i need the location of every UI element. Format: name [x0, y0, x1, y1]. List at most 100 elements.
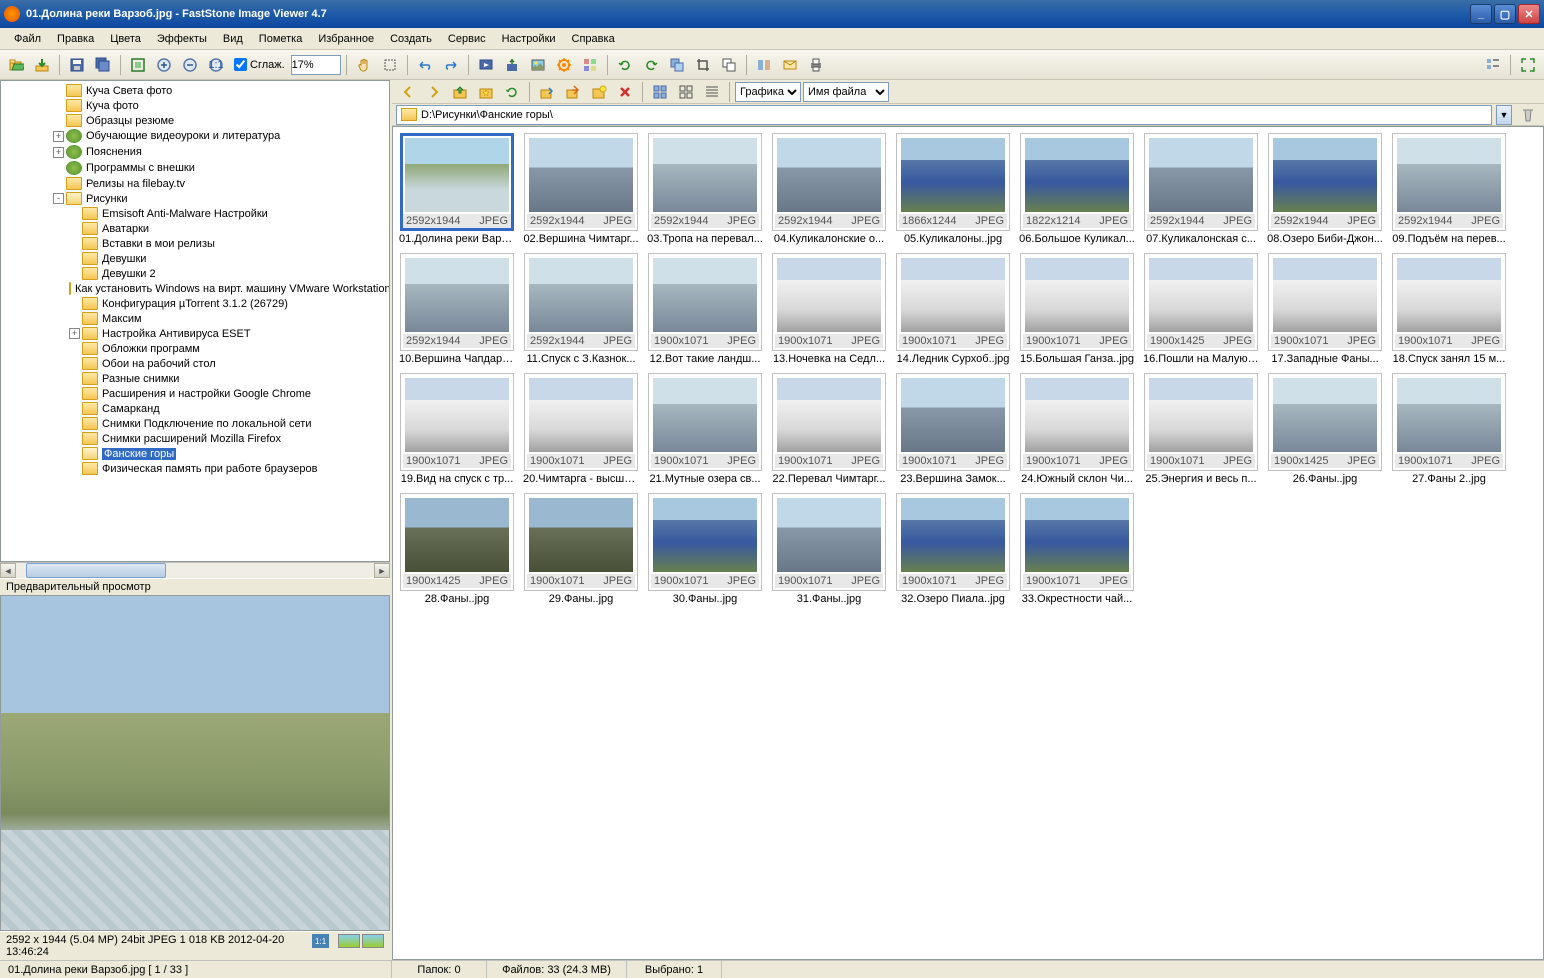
thumbnail[interactable]: 1900x1071JPEG21.Мутные озера св...: [647, 373, 763, 485]
tree-item[interactable]: Аватарки: [3, 221, 387, 236]
tree-item[interactable]: Конфигурация µTorrent 3.1.2 (26729): [3, 296, 387, 311]
thumbnail-area[interactable]: 2592x1944JPEG01.Долина реки Варз...2592x…: [392, 126, 1544, 960]
tree-expander-icon[interactable]: +: [53, 131, 64, 142]
tree-item[interactable]: Как установить Windows на вирт. машину V…: [3, 281, 387, 296]
thumbnail[interactable]: 1900x1071JPEG18.Спуск занял 15 м...: [1391, 253, 1507, 365]
tree-item[interactable]: Самарканд: [3, 401, 387, 416]
email-icon[interactable]: [778, 53, 802, 77]
scale-indicator[interactable]: 1:1: [312, 934, 329, 948]
tree-item[interactable]: +Настройка Антивируса ESET: [3, 326, 387, 341]
hand-tool-icon[interactable]: [352, 53, 376, 77]
menu-вид[interactable]: Вид: [215, 31, 251, 47]
compare-icon[interactable]: [752, 53, 776, 77]
thumbnail[interactable]: 1900x1071JPEG19.Вид на спуск с тр...: [399, 373, 515, 485]
thumbnail[interactable]: 1900x1071JPEG30.Фаны..jpg: [647, 493, 763, 605]
menu-правка[interactable]: Правка: [49, 31, 102, 47]
thumbnail[interactable]: 1900x1425JPEG16.Пошли на Малую ...: [1143, 253, 1259, 365]
rotate-right-icon[interactable]: [639, 53, 663, 77]
thumbnail[interactable]: 2592x1944JPEG08.Озеро Биби-Джон...: [1267, 133, 1383, 245]
fit-window-icon[interactable]: [126, 53, 150, 77]
close-button[interactable]: ✕: [1518, 4, 1540, 24]
thumbnail[interactable]: 2592x1944JPEG03.Тропа на перевал...: [647, 133, 763, 245]
view-thumbs-icon[interactable]: [674, 80, 698, 104]
tree-item[interactable]: Образцы резюме: [3, 113, 387, 128]
tree-item[interactable]: Снимки Подключение по локальной сети: [3, 416, 387, 431]
copy-to-icon[interactable]: [535, 80, 559, 104]
tree-item[interactable]: Emsisoft Anti-Malware Настройки: [3, 206, 387, 221]
thumbnail[interactable]: 1900x1071JPEG29.Фаны..jpg: [523, 493, 639, 605]
filter-select[interactable]: Графика: [735, 82, 801, 102]
tree-expander-icon[interactable]: +: [53, 147, 64, 158]
new-folder-icon[interactable]: [587, 80, 611, 104]
thumbnail[interactable]: 1900x1425JPEG26.Фаны..jpg: [1267, 373, 1383, 485]
zoom-select[interactable]: [291, 55, 341, 75]
preview-panel[interactable]: [0, 595, 390, 931]
tree-item[interactable]: Девушки 2: [3, 266, 387, 281]
tree-item[interactable]: +Обучающие видеоуроки и литература: [3, 128, 387, 144]
slideshow-icon[interactable]: [474, 53, 498, 77]
folder-tree[interactable]: Куча Света фотоКуча фотоОбразцы резюме+О…: [0, 80, 390, 562]
download-icon[interactable]: [30, 53, 54, 77]
thumbnail[interactable]: 1900x1071JPEG20.Чимтарга - высша...: [523, 373, 639, 485]
preview-histogram[interactable]: [338, 934, 384, 958]
thumbnail[interactable]: 2592x1944JPEG02.Вершина Чимтарг...: [523, 133, 639, 245]
tree-item[interactable]: Релизы на filebay.tv: [3, 176, 387, 191]
tree-item[interactable]: Девушки: [3, 251, 387, 266]
batch-icon[interactable]: [578, 53, 602, 77]
menu-сервис[interactable]: Сервис: [440, 31, 494, 47]
tree-item[interactable]: Снимки расширений Mozilla Firefox: [3, 431, 387, 446]
thumbnail[interactable]: 1900x1071JPEG12.Вот такие ландш...: [647, 253, 763, 365]
nav-up-icon[interactable]: [448, 80, 472, 104]
view-mode-icon[interactable]: [1481, 53, 1505, 77]
fullscreen-icon[interactable]: [1516, 53, 1540, 77]
thumbnail[interactable]: 2592x1944JPEG11.Спуск с З.Казнок...: [523, 253, 639, 365]
thumbnail[interactable]: 2592x1944JPEG09.Подъём на перев...: [1391, 133, 1507, 245]
tree-item[interactable]: Обои на рабочий стол: [3, 356, 387, 371]
menu-избранное[interactable]: Избранное: [310, 31, 382, 47]
zoom-in-icon[interactable]: [152, 53, 176, 77]
export-icon[interactable]: [500, 53, 524, 77]
tree-expander-icon[interactable]: +: [69, 328, 80, 339]
wallpaper-icon[interactable]: [526, 53, 550, 77]
smooth-checkbox[interactable]: Сглаж.: [234, 58, 285, 71]
zoom-out-icon[interactable]: [178, 53, 202, 77]
resize-icon[interactable]: [665, 53, 689, 77]
tree-item[interactable]: Максим: [3, 311, 387, 326]
save-all-icon[interactable]: [91, 53, 115, 77]
tree-item[interactable]: Расширения и настройки Google Chrome: [3, 386, 387, 401]
clone-icon[interactable]: [717, 53, 741, 77]
menu-эффекты[interactable]: Эффекты: [149, 31, 215, 47]
undo-icon[interactable]: [413, 53, 437, 77]
actual-size-icon[interactable]: 1:1: [204, 53, 228, 77]
tree-item[interactable]: Фанские горы: [3, 446, 387, 461]
thumbnail[interactable]: 1900x1071JPEG27.Фаны 2..jpg: [1391, 373, 1507, 485]
tree-item[interactable]: Куча фото: [3, 98, 387, 113]
thumbnail[interactable]: 1900x1071JPEG32.Озеро Пиала..jpg: [895, 493, 1011, 605]
thumbnail[interactable]: 2592x1944JPEG10.Вершина Чапдара...: [399, 253, 515, 365]
thumbnail[interactable]: 1900x1071JPEG31.Фаны..jpg: [771, 493, 887, 605]
tree-item[interactable]: +Пояснения: [3, 144, 387, 160]
delete-icon[interactable]: [613, 80, 637, 104]
menu-создать[interactable]: Создать: [382, 31, 440, 47]
select-tool-icon[interactable]: [378, 53, 402, 77]
tree-expander-icon[interactable]: -: [53, 193, 64, 204]
tree-hscrollbar[interactable]: ◄►: [0, 562, 390, 578]
thumbnail[interactable]: 1900x1071JPEG22.Перевал Чимтарг...: [771, 373, 887, 485]
rotate-left-icon[interactable]: [613, 53, 637, 77]
tree-item[interactable]: -Рисунки: [3, 191, 387, 206]
thumbnail[interactable]: 1900x1425JPEG28.Фаны..jpg: [399, 493, 515, 605]
maximize-button[interactable]: ▢: [1494, 4, 1516, 24]
thumbnail[interactable]: 2592x1944JPEG07.Куликалонская с...: [1143, 133, 1259, 245]
open-file-icon[interactable]: [4, 53, 28, 77]
minimize-button[interactable]: _: [1470, 4, 1492, 24]
delete-path-icon[interactable]: [1516, 103, 1540, 127]
settings-icon[interactable]: [552, 53, 576, 77]
print-icon[interactable]: [804, 53, 828, 77]
thumbnail[interactable]: 1822x1214JPEG06.Большое Куликал...: [1019, 133, 1135, 245]
thumbnail[interactable]: 1900x1071JPEG17.Западные Фаны...: [1267, 253, 1383, 365]
refresh-icon[interactable]: [500, 80, 524, 104]
thumbnail[interactable]: 1900x1071JPEG33.Окрестности чай...: [1019, 493, 1135, 605]
tree-item[interactable]: Физическая память при работе браузеров: [3, 461, 387, 476]
thumbnail[interactable]: 1900x1071JPEG13.Ночевка на Седл...: [771, 253, 887, 365]
tree-item[interactable]: Программы с внешки: [3, 160, 387, 176]
